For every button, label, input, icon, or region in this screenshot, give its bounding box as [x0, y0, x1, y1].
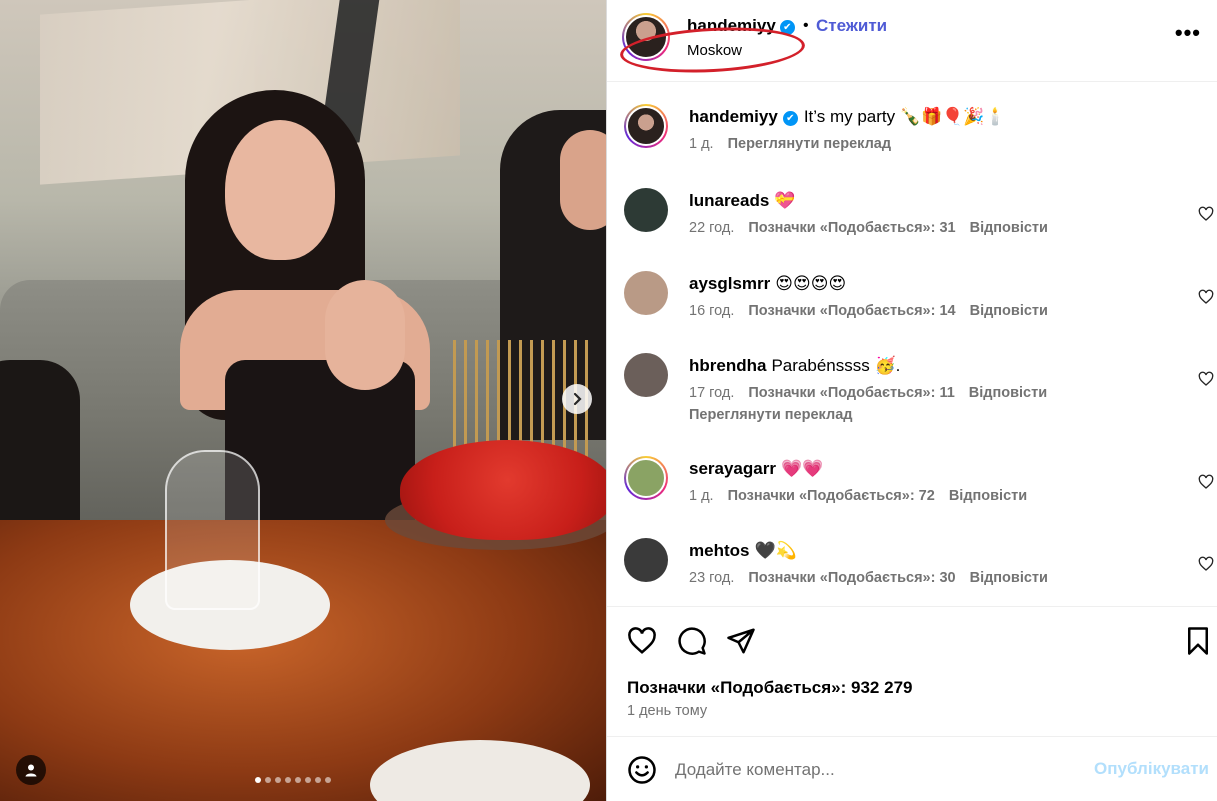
- location-link[interactable]: Moskow: [687, 42, 742, 59]
- post-photo[interactable]: [0, 0, 606, 801]
- comment-time[interactable]: 1 д.: [689, 488, 714, 504]
- post-author[interactable]: handemiyy ✔: [687, 16, 795, 36]
- reply-button[interactable]: Відповісти: [970, 570, 1048, 586]
- post-time[interactable]: 1 день тому: [627, 703, 707, 719]
- heart-icon[interactable]: [1198, 206, 1214, 222]
- avatar[interactable]: [624, 104, 668, 148]
- comment-meta: 1 д. Позначки «Подобається»: 72 Відповісти: [689, 488, 1027, 504]
- carousel-dot: [325, 777, 331, 783]
- comment-likes[interactable]: Позначки «Подобається»: 72: [728, 488, 935, 504]
- reply-button[interactable]: Відповісти: [970, 220, 1048, 236]
- publish-button[interactable]: Опублікувати: [1094, 759, 1209, 779]
- comment-meta: 22 год. Позначки «Подобається»: 31 Відпові…: [689, 220, 1048, 236]
- avatar[interactable]: [624, 271, 668, 315]
- likes-count[interactable]: Позначки «Подобається»: 932 279: [627, 678, 912, 698]
- follow-button[interactable]: Стежити: [816, 16, 887, 36]
- comment-meta: 16 год. Позначки «Подобається»: 14 Відпові…: [689, 303, 1048, 319]
- comment-likes[interactable]: Позначки «Подобається»: 31: [748, 220, 955, 236]
- avatar[interactable]: [624, 188, 668, 232]
- emoji-icon[interactable]: [627, 755, 657, 785]
- caption-author[interactable]: handemiyy: [689, 107, 778, 126]
- comment-time[interactable]: 17 год.: [689, 385, 734, 401]
- tagged-users-button[interactable]: [16, 755, 46, 785]
- reply-button[interactable]: Відповісти: [969, 385, 1047, 401]
- carousel-dot: [285, 777, 291, 783]
- comment-likes[interactable]: Позначки «Подобається»: 11: [748, 385, 954, 401]
- carousel-dot: [265, 777, 271, 783]
- comment-input[interactable]: [675, 756, 1075, 784]
- chevron-right-icon: [573, 392, 582, 406]
- translate-link[interactable]: Переглянути переклад: [689, 407, 852, 423]
- birthday-cake: [385, 340, 606, 560]
- caption-time[interactable]: 1 д.: [689, 136, 714, 152]
- comment-meta: 17 год. Позначки «Подобається»: 11 Відпові…: [689, 385, 1047, 401]
- comment-author[interactable]: mehtos: [689, 541, 749, 560]
- comment-time[interactable]: 23 год.: [689, 570, 734, 586]
- carousel-dot: [295, 777, 301, 783]
- caption-meta: 1 д. Переглянути переклад: [689, 136, 891, 152]
- verified-badge-icon: ✔: [779, 20, 795, 35]
- comment-icon[interactable]: [677, 626, 707, 656]
- heart-icon[interactable]: [1198, 474, 1214, 490]
- carousel-indicator: [255, 777, 331, 783]
- verified-badge-icon: ✔: [782, 111, 798, 126]
- post-header: handemiyy ✔ • Стежити Moskow •••: [607, 0, 1217, 82]
- comment-meta: 23 год. Позначки «Подобається»: 30 Відпові…: [689, 570, 1048, 586]
- carousel-dot: [275, 777, 281, 783]
- comments-list[interactable]: handemiyy ✔ It’s my party 🍾🎁🎈🎉🕯️ 1 д. Перег…: [607, 82, 1217, 607]
- comment-text: hbrendha Parabénssss 🥳.: [689, 356, 901, 375]
- separator: •: [803, 17, 809, 34]
- share-icon[interactable]: [726, 626, 756, 656]
- more-options-button[interactable]: •••: [1175, 20, 1201, 46]
- avatar[interactable]: [622, 13, 670, 61]
- comment-text: lunareads 💝: [689, 191, 796, 210]
- heart-icon[interactable]: [627, 626, 657, 656]
- avatar[interactable]: [624, 538, 668, 582]
- caption-text: handemiyy ✔ It’s my party 🍾🎁🎈🎉🕯️: [689, 107, 1006, 126]
- reply-button[interactable]: Відповісти: [970, 303, 1048, 319]
- wine-glass: [165, 450, 260, 610]
- heart-icon[interactable]: [1198, 371, 1214, 387]
- comment-author[interactable]: aysglsmrr: [689, 274, 770, 293]
- comment-author[interactable]: serayagarr: [689, 459, 776, 478]
- comment-time[interactable]: 22 год.: [689, 220, 734, 236]
- translate-link[interactable]: Переглянути переклад: [728, 136, 891, 152]
- carousel-dot: [305, 777, 311, 783]
- user-icon: [25, 764, 37, 777]
- heart-icon[interactable]: [1198, 556, 1214, 572]
- comment-text: serayagarr 💗💗: [689, 459, 824, 478]
- comment-text: aysglsmrr 😍😍😍😍: [689, 274, 847, 293]
- reply-button[interactable]: Відповісти: [949, 488, 1027, 504]
- avatar[interactable]: [624, 456, 668, 500]
- comment-author[interactable]: lunareads: [689, 191, 769, 210]
- carousel-dot: [315, 777, 321, 783]
- post-actions: Позначки «Подобається»: 932 279 1 день т…: [607, 607, 1217, 737]
- post-details-panel: handemiyy ✔ • Стежити Moskow ••• handemiy…: [606, 0, 1217, 801]
- comment-time[interactable]: 16 год.: [689, 303, 734, 319]
- carousel-dot: [255, 777, 261, 783]
- comment-text: mehtos 🖤💫: [689, 541, 797, 560]
- comment-likes[interactable]: Позначки «Подобається»: 14: [748, 303, 955, 319]
- heart-icon[interactable]: [1198, 289, 1214, 305]
- bookmark-icon[interactable]: [1183, 626, 1213, 656]
- comment-likes[interactable]: Позначки «Подобається»: 30: [748, 570, 955, 586]
- avatar[interactable]: [624, 353, 668, 397]
- comment-author[interactable]: hbrendha: [689, 356, 766, 375]
- carousel-next-button[interactable]: [562, 384, 592, 414]
- comment-composer: Опублікувати: [607, 737, 1217, 801]
